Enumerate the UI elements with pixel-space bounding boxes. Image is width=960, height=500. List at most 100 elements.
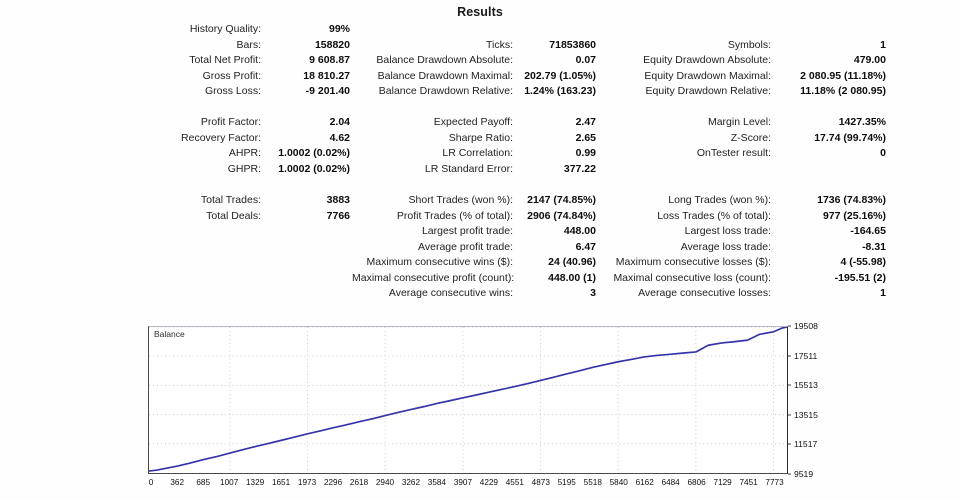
stat-value: 4 (-55.98) (840, 256, 886, 268)
stat-label: Balance Drawdown Absolute: (376, 54, 513, 66)
x-axis-tick-label: 0 (148, 478, 154, 487)
stat-row: Equity Drawdown Absolute: 479.00 (598, 53, 886, 69)
y-axis-tick-mark (788, 384, 791, 386)
stat-label: Symbols: (727, 38, 771, 51)
stat-value: 3 (590, 287, 596, 299)
stat-value: 1.0002 (0.02%) (278, 147, 350, 159)
stat-label: Average profit trade: (418, 240, 513, 253)
stat-row: History Quality: 99% (0, 22, 350, 38)
stat-row: Balance Drawdown Relative: 1.24% (163.23) (352, 84, 596, 100)
stat-row: LR Correlation: 0.99 (352, 146, 596, 162)
stat-label: Z-Score: (730, 131, 771, 144)
stats-group3-column-a: Total Trades: 3883 Total Deals: 7766 (0, 193, 350, 302)
stat-label (598, 22, 778, 38)
stats-group1-column-c: Symbols: 1 Equity Drawdown Absolute: 479.00… (598, 22, 886, 100)
balance-chart-y-axis: 9519 11517 13515 15513 17511 19508 (788, 321, 850, 479)
y-axis-tick-mark (788, 443, 791, 445)
stat-label: Average consecutive wins: (388, 287, 513, 299)
stat-value: 1.0002 (0.02%) (278, 162, 350, 175)
y-axis-tick-label: 11517 (794, 439, 818, 450)
stat-value: 202.79 (1.05%) (524, 69, 596, 82)
stat-row: Gross Profit: 18 810.27 (0, 69, 350, 85)
stat-value: 1736 (74.83%) (817, 194, 886, 206)
stat-value: 4.62 (329, 131, 350, 144)
stat-label: Balance Drawdown Maximal: (377, 69, 513, 82)
stat-label (0, 255, 268, 271)
stat-value: 448.00 (1) (548, 271, 596, 284)
stat-row (0, 240, 350, 256)
stat-value (268, 224, 350, 240)
balance-chart-x-axis: 0 362 685 1007 1329 1651 1973 2296 2618 2940 3262 3… (148, 476, 788, 492)
stat-row: Equity Drawdown Maximal: 2 080.95 (11.18%… (598, 69, 886, 85)
stat-label: Largest loss trade: (684, 225, 771, 237)
stat-label: Long Trades (won %): (668, 194, 771, 206)
stat-value: 2906 (74.84%) (527, 209, 596, 222)
stat-value: 2.65 (575, 131, 596, 144)
stats-group2-column-c: Margin Level: 1427.35% Z-Score: 17.74 (99.7… (598, 115, 886, 177)
balance-chart-plot-area: Balance (148, 326, 788, 474)
y-axis-tick-mark (788, 414, 791, 416)
x-axis-tick-label: 4551 (505, 478, 524, 487)
x-axis-tick-label: 7451 (739, 478, 758, 487)
x-axis-tick-label: 3584 (427, 478, 446, 487)
stat-label: Sharpe Ratio: (448, 131, 513, 144)
stat-label: Recovery Factor: (181, 131, 261, 144)
stat-label: Equity Drawdown Maximal: (644, 69, 771, 82)
stat-value: 24 (40.96) (548, 256, 596, 268)
stat-row (598, 22, 886, 38)
stat-row: Total Net Profit: 9 608.87 (0, 53, 350, 69)
stats-group3-column-c: Long Trades (won %): 1736 (74.83%) Loss Tr… (598, 193, 886, 302)
stat-value: 18 810.27 (303, 69, 350, 82)
stat-label: Bars: (236, 38, 261, 51)
stat-row: Profit Trades (% of total): 2906 (74.84%) (352, 209, 596, 225)
stat-row: Loss Trades (% of total): 977 (25.16%) (598, 209, 886, 225)
x-axis-tick-label: 6484 (661, 478, 680, 487)
stat-value (778, 162, 886, 178)
x-axis-tick-label: 2940 (375, 478, 395, 487)
x-axis-tick-label: 3907 (453, 478, 473, 487)
stat-row: Z-Score: 17.74 (99.74%) (598, 131, 886, 147)
stat-value: 99% (328, 23, 350, 35)
stat-label: LR Standard Error: (424, 162, 513, 175)
y-axis-tick-mark (788, 325, 791, 327)
stat-row: Bars: 158820 (0, 38, 350, 54)
x-axis-tick-label: 1007 (220, 478, 239, 487)
stat-row: AHPR: 1.0002 (0.02%) (0, 146, 350, 162)
stat-value (520, 22, 596, 38)
stat-value: 2.47 (575, 116, 596, 128)
stat-label: Maximum consecutive wins ($): (366, 256, 513, 268)
stat-value: 1427.35% (838, 116, 886, 128)
stat-row: GHPR: 1.0002 (0.02%) (0, 162, 350, 178)
stat-row: Sharpe Ratio: 2.65 (352, 131, 596, 147)
stat-value: 1 (880, 287, 886, 299)
stat-label: Ticks: (485, 38, 513, 51)
stat-row: Largest loss trade: -164.65 (598, 224, 886, 240)
stat-value: 3883 (326, 194, 350, 206)
stat-row: Equity Drawdown Relative: 11.18% (2 080.9… (598, 84, 886, 100)
stat-label: Maximal consecutive loss (count): (613, 271, 771, 284)
stat-value: 977 (25.16%) (822, 209, 886, 222)
stats-group1-column-b: Ticks: 71853860 Balance Drawdown Absolute:… (352, 22, 596, 100)
stat-row: Symbols: 1 (598, 38, 886, 54)
x-axis-tick-label: 7773 (765, 478, 784, 487)
stat-label: Total Net Profit: (189, 54, 261, 66)
x-axis-tick-label: 5195 (557, 478, 576, 487)
x-axis-tick-label: 6162 (635, 478, 654, 487)
stat-value: 158820 (314, 38, 350, 51)
stat-row: Gross Loss: -9 201.40 (0, 84, 350, 100)
stat-row: Recovery Factor: 4.62 (0, 131, 350, 147)
stat-label: Largest profit trade: (421, 225, 513, 237)
stat-value: 0 (880, 147, 886, 159)
x-axis-tick-label: 362 (170, 478, 185, 487)
stat-label: History Quality: (189, 23, 261, 35)
y-axis-tick-mark (788, 473, 791, 475)
stat-label: Short Trades (won %): (408, 194, 513, 206)
stat-label (352, 22, 520, 38)
stat-row: Balance Drawdown Maximal: 202.79 (1.05%) (352, 69, 596, 85)
stat-value: 6.47 (575, 240, 596, 253)
stat-row (598, 162, 886, 178)
stat-label (0, 224, 268, 240)
x-axis-tick-label: 5840 (609, 478, 628, 487)
stat-value: 11.18% (2 080.95) (800, 85, 886, 97)
stat-label: Balance Drawdown Relative: (378, 85, 513, 97)
